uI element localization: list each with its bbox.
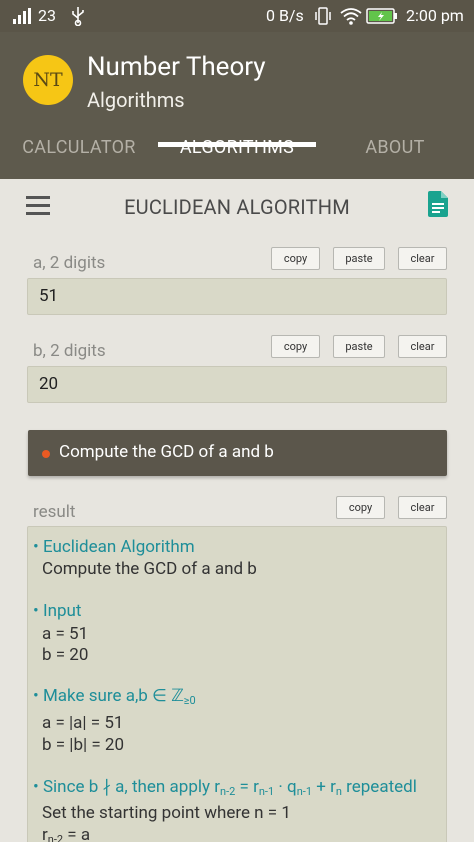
result-line: Set the starting point where n = 1 — [42, 803, 291, 823]
signal-icon — [13, 8, 35, 24]
compute-gcd-button[interactable]: Compute the GCD of a and b — [28, 430, 447, 476]
battery-icon — [366, 8, 397, 24]
b-copy-button[interactable]: copy — [271, 335, 320, 358]
hamburger-menu-icon[interactable] — [26, 196, 50, 216]
vibrate-icon — [315, 7, 331, 25]
a-paste-button[interactable]: paste — [333, 247, 385, 270]
result-line: b = |b| = 20 — [42, 735, 125, 755]
app-logo: NT — [23, 55, 73, 105]
a-copy-button[interactable]: copy — [271, 247, 320, 270]
b-paste-button[interactable]: paste — [333, 335, 385, 358]
signal-text: 23 — [38, 6, 56, 25]
field-a-label: a, 2 digits — [33, 253, 106, 273]
clock: 2:00 pm — [406, 6, 464, 25]
result-label: result — [33, 502, 76, 522]
result-line: b = 20 — [42, 645, 89, 665]
result-panel[interactable]: • Euclidean Algorithm Compute the GCD of… — [27, 526, 447, 842]
field-b-label: b, 2 digits — [33, 341, 106, 361]
result-line: rn-2 = a — [42, 825, 91, 842]
b-clear-button[interactable]: clear — [398, 335, 447, 358]
app-bar: NT Number Theory Algorithms CALCULATOR A… — [0, 32, 474, 179]
result-clear-button[interactable]: clear — [398, 496, 447, 519]
result-heading-domain: • Make sure a,b ∈ ℤ≥0 — [33, 686, 196, 707]
app-title: Number Theory — [87, 52, 266, 82]
usb-icon — [72, 7, 84, 26]
app-subtitle: Algorithms — [87, 88, 185, 112]
tab-bar: CALCULATOR ALGORITHMS ABOUT — [0, 132, 474, 179]
result-line: a = 51 — [42, 624, 89, 644]
a-clear-button[interactable]: clear — [398, 247, 447, 270]
algorithm-title: EUCLIDEAN ALGORITHM — [124, 195, 350, 219]
result-heading-apply: • Since b ∤ a, then apply rn-2 = rn-1 · … — [33, 777, 417, 798]
result-heading-algorithm: • Euclidean Algorithm — [33, 537, 195, 557]
result-copy-button[interactable]: copy — [336, 496, 385, 519]
result-line: a = |a| = 51 — [42, 713, 124, 733]
result-heading-input: • Input — [33, 601, 82, 621]
tab-algorithms[interactable]: ALGORITHMS — [158, 132, 316, 179]
tab-about[interactable]: ABOUT — [316, 132, 474, 179]
compute-gcd-label: Compute the GCD of a and b — [59, 442, 274, 462]
a-input[interactable]: 51 — [27, 278, 447, 315]
data-rate: 0 B/s — [266, 6, 304, 25]
active-tab-indicator — [158, 142, 316, 147]
b-input[interactable]: 20 — [27, 366, 447, 403]
bullet-dot-icon — [42, 450, 50, 458]
document-icon[interactable] — [428, 191, 448, 217]
wifi-icon — [340, 8, 362, 25]
tab-calculator[interactable]: CALCULATOR — [0, 132, 158, 179]
result-line: Compute the GCD of a and b — [42, 559, 257, 579]
status-bar: 23 0 B/s 2:00 pm — [0, 0, 474, 32]
